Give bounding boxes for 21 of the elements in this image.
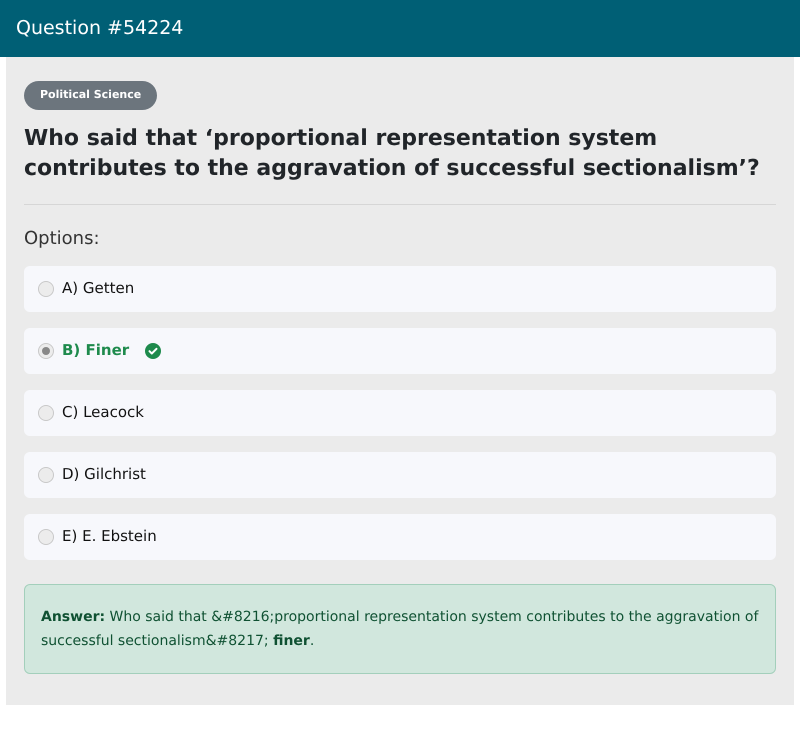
option-label: E) E. Ebstein [62, 526, 157, 548]
radio-button[interactable] [38, 404, 54, 420]
option-row[interactable]: A) Getten [24, 266, 776, 312]
option-label: C) Leacock [62, 402, 144, 424]
category-tag: Political Science [24, 81, 158, 110]
question-number: Question #54224 [16, 16, 184, 42]
option-row[interactable]: E) E. Ebstein [24, 514, 776, 560]
radio-button[interactable] [38, 342, 54, 358]
option-row[interactable]: D) Gilchrist [24, 452, 776, 498]
option-row[interactable]: B) Finer [24, 328, 776, 374]
radio-button[interactable] [38, 466, 54, 482]
check-icon [145, 342, 162, 358]
question-text: Who said that ‘proportional representation system contributes to the aggravation of successful sectionalism’? [24, 124, 761, 182]
option-row[interactable]: C) Leacock [24, 390, 776, 436]
option-label: A) Getten [62, 278, 134, 300]
option-label: D) Gilchrist [62, 464, 146, 486]
answer-text: Answer: Who said that &#8216;proportional representation system contributes to the aggravation of successful sectionalism&#8217; finer. [41, 608, 759, 650]
options-heading: Options: [24, 226, 101, 250]
radio-button[interactable] [38, 280, 54, 296]
radio-button[interactable] [38, 528, 54, 544]
option-label: B) Finer [62, 340, 130, 362]
